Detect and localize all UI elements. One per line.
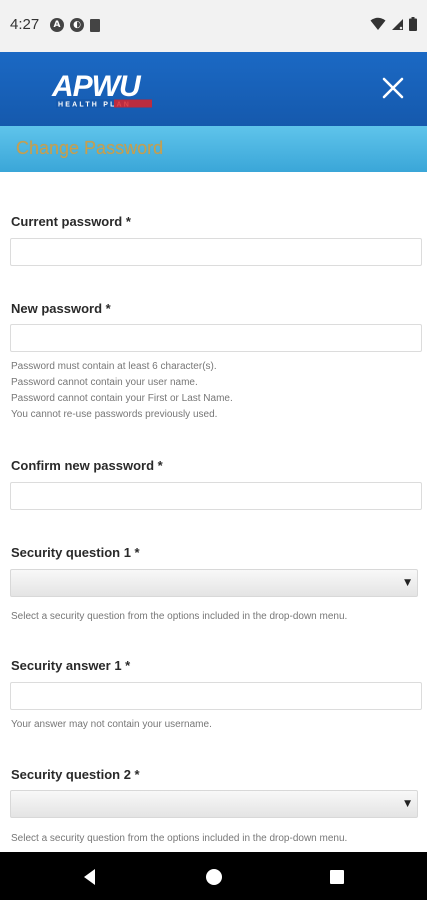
apwu-logo: APWU HEALTH PLAN xyxy=(50,66,156,114)
dropdown-arrow-icon: ▼ xyxy=(404,799,411,809)
security-question-1-label: Security question 1 * xyxy=(11,545,140,560)
password-rule: You cannot re-use passwords previously u… xyxy=(11,409,218,420)
security-question-2-help: Select a security question from the opti… xyxy=(11,833,348,844)
home-icon xyxy=(206,869,222,885)
security-question-1-help: Select a security question from the opti… xyxy=(11,611,348,622)
back-button[interactable] xyxy=(79,866,101,888)
status-time: 4:27 xyxy=(10,16,40,33)
security-question-2-select[interactable]: ▼ xyxy=(10,790,418,818)
shield-circle-icon: ◐ xyxy=(70,18,84,32)
logo-wordmark: APWU xyxy=(51,70,142,103)
recents-icon xyxy=(330,870,344,884)
security-answer-1-help: Your answer may not contain your usernam… xyxy=(11,719,212,730)
current-password-field[interactable] xyxy=(10,238,422,266)
recents-button[interactable] xyxy=(326,866,348,888)
current-password-label: Current password * xyxy=(11,214,131,229)
new-password-field[interactable] xyxy=(10,324,422,352)
confirm-password-field[interactable] xyxy=(10,482,422,510)
page-title: Change Password xyxy=(16,138,164,158)
status-system-icons xyxy=(370,17,417,31)
status-notification-icons: A ◐ xyxy=(50,18,100,32)
close-button[interactable] xyxy=(379,74,407,102)
home-button[interactable] xyxy=(203,866,225,888)
password-rule: Password cannot contain your user name. xyxy=(11,377,198,388)
app-header: APWU HEALTH PLAN xyxy=(0,52,427,126)
security-answer-1-field[interactable] xyxy=(10,682,422,710)
system-nav-bar xyxy=(0,852,427,900)
signal-icon xyxy=(392,18,403,30)
security-question-2-label: Security question 2 * xyxy=(11,767,140,782)
confirm-password-label: Confirm new password * xyxy=(11,458,163,473)
close-icon xyxy=(382,77,404,99)
sd-card-icon xyxy=(90,18,100,32)
wifi-icon xyxy=(370,17,386,30)
title-band: Change Password xyxy=(0,126,427,172)
dropdown-arrow-icon: ▼ xyxy=(404,578,411,588)
password-rules: Password must contain at least 6 charact… xyxy=(11,359,233,423)
security-answer-1-label: Security answer 1 * xyxy=(11,658,131,673)
new-password-label: New password * xyxy=(11,301,111,316)
back-icon xyxy=(84,869,95,885)
security-question-1-select[interactable]: ▼ xyxy=(10,569,418,597)
battery-icon xyxy=(409,17,417,31)
password-rule: Password must contain at least 6 charact… xyxy=(11,361,217,372)
a-circle-icon: A xyxy=(50,18,64,32)
password-rule: Password cannot contain your First or La… xyxy=(11,393,233,404)
status-bar: 4:27 A ◐ xyxy=(0,0,427,52)
